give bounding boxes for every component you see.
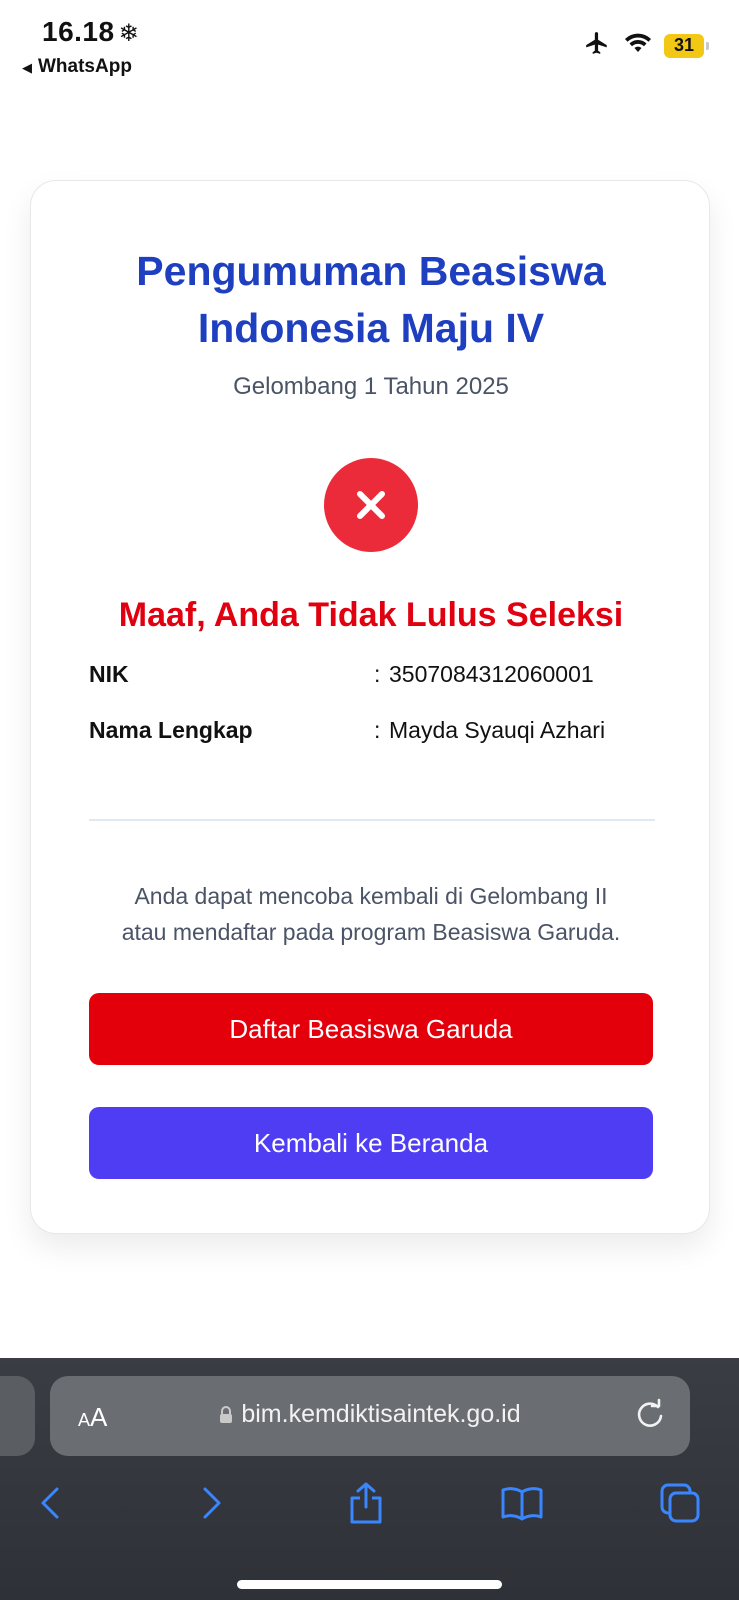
result-heading: Maaf, Anda Tidak Lulus Seleksi bbox=[118, 596, 624, 634]
reload-icon[interactable] bbox=[634, 1398, 666, 1435]
back-to-app-link[interactable]: ◀ WhatsApp bbox=[22, 56, 132, 78]
lock-icon bbox=[219, 1402, 233, 1431]
status-time: 16.18 ❄ bbox=[42, 16, 140, 47]
divider bbox=[89, 819, 655, 821]
browser-toolbar: AA bim.kemdiktisaintek.go.id bbox=[0, 1358, 739, 1600]
announcement-card: Pengumuman Beasiswa Indonesia Maju IV Ge… bbox=[30, 180, 710, 1234]
address-bar[interactable]: AA bim.kemdiktisaintek.go.id bbox=[50, 1376, 690, 1456]
browser-nav-row bbox=[0, 1478, 739, 1538]
url-text[interactable]: bim.kemdiktisaintek.go.id bbox=[50, 1400, 690, 1431]
name-value: Mayda Syauqi Azhari bbox=[389, 717, 606, 743]
name-label: Nama Lengkap bbox=[89, 717, 253, 743]
info-note: Anda dapat mencoba kembali di Gelombang … bbox=[121, 883, 621, 945]
battery-icon: 31 bbox=[664, 33, 709, 58]
status-icons: 31 bbox=[582, 30, 709, 61]
share-icon[interactable] bbox=[341, 1478, 391, 1528]
tabs-icon[interactable] bbox=[655, 1478, 705, 1528]
wifi-icon bbox=[624, 32, 652, 59]
nik-value: 3507084312060001 bbox=[389, 661, 594, 687]
back-triangle-icon: ◀ bbox=[22, 60, 32, 75]
close-icon bbox=[324, 458, 418, 552]
home-indicator bbox=[237, 1580, 502, 1589]
status-bar: 16.18 ❄ ◀ WhatsApp 31 bbox=[0, 0, 739, 90]
nik-label: NIK bbox=[89, 661, 129, 687]
page-title: Pengumuman Beasiswa Indonesia Maju IV bbox=[136, 248, 606, 351]
bookmarks-icon[interactable] bbox=[497, 1478, 547, 1528]
page-subtitle: Gelombang 1 Tahun 2025 bbox=[233, 373, 509, 400]
snowflake-icon: ❄ bbox=[118, 20, 140, 47]
previous-tab-preview[interactable] bbox=[0, 1376, 35, 1456]
register-garuda-button[interactable]: Daftar Beasiswa Garuda bbox=[89, 993, 653, 1065]
back-arrow-icon[interactable] bbox=[26, 1478, 76, 1528]
forward-arrow-icon[interactable] bbox=[186, 1478, 236, 1528]
back-home-button[interactable]: Kembali ke Beranda bbox=[89, 1107, 653, 1179]
airplane-icon bbox=[582, 30, 612, 61]
